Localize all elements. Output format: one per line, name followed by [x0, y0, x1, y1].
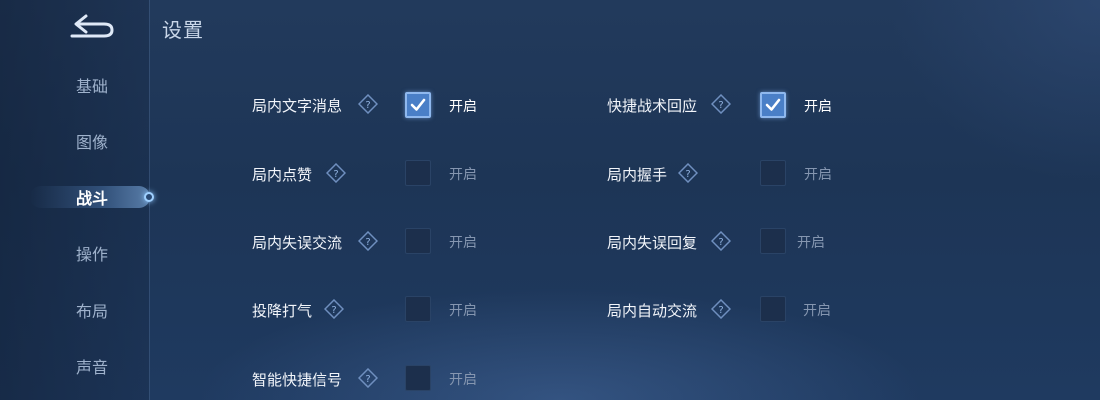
setting-label-in-game-likes: 局内点赞	[252, 166, 313, 184]
option-label-enable: 开启	[449, 99, 477, 115]
option-label-enable: 开启	[449, 167, 477, 183]
svg-text:?: ?	[718, 237, 723, 248]
question-diamond-icon[interactable]: ?	[710, 230, 732, 252]
toggle-in-game-mistake-reply[interactable]	[760, 228, 786, 254]
toggle-in-game-mistake-communication[interactable]	[405, 228, 431, 254]
question-diamond-icon[interactable]: ?	[325, 162, 347, 184]
svg-text:?: ?	[365, 237, 370, 248]
sidebar-item-controls[interactable]: 操作	[0, 233, 150, 273]
toggle-in-game-text-messages[interactable]	[405, 92, 431, 118]
toggle-quick-tactic-response[interactable]	[760, 92, 786, 118]
back-arrow-icon	[70, 14, 114, 38]
option-label-enable: 开启	[797, 235, 825, 251]
option-label-enable: 开启	[449, 372, 477, 388]
svg-text:?: ?	[331, 305, 336, 316]
question-diamond-icon[interactable]: ?	[710, 93, 732, 115]
setting-label-surrender-cheer: 投降打气	[252, 302, 313, 320]
back-button[interactable]	[66, 12, 118, 42]
setting-label-in-game-mistake-communication: 局内失误交流	[252, 234, 343, 252]
question-diamond-icon[interactable]: ?	[357, 230, 379, 252]
setting-label-smart-quick-signal: 智能快捷信号	[252, 371, 343, 389]
toggle-surrender-cheer[interactable]	[405, 296, 431, 322]
toggle-in-game-likes[interactable]	[405, 160, 431, 186]
svg-text:?: ?	[685, 169, 690, 180]
page-title: 设置	[162, 18, 204, 42]
checkmark-icon	[410, 98, 426, 111]
option-label-enable: 开启	[803, 303, 831, 319]
toggle-smart-quick-signal[interactable]	[405, 365, 431, 391]
setting-label-in-game-text-messages: 局内文字消息	[252, 97, 343, 115]
question-diamond-icon[interactable]: ?	[357, 93, 379, 115]
svg-text:?: ?	[365, 100, 370, 111]
sidebar-item-layout[interactable]: 布局	[0, 290, 150, 330]
setting-label-in-game-mistake-reply: 局内失误回复	[607, 234, 698, 252]
toggle-in-game-handshake[interactable]	[760, 160, 786, 186]
setting-label-quick-tactic-response: 快捷战术回应	[607, 97, 698, 115]
sidebar-item-basic[interactable]: 基础	[0, 65, 150, 105]
svg-text:?: ?	[718, 100, 723, 111]
question-diamond-icon[interactable]: ?	[677, 162, 699, 184]
sidebar-item-sound[interactable]: 声音	[0, 346, 150, 386]
option-label-enable: 开启	[449, 303, 477, 319]
question-diamond-icon[interactable]: ?	[710, 298, 732, 320]
svg-text:?: ?	[333, 169, 338, 180]
question-diamond-icon[interactable]: ?	[357, 367, 379, 389]
setting-label-in-game-handshake: 局内握手	[607, 166, 668, 184]
svg-text:?: ?	[365, 374, 370, 385]
option-label-enable: 开启	[449, 235, 477, 251]
checkmark-icon	[765, 98, 781, 111]
toggle-in-game-auto-communication[interactable]	[760, 296, 786, 322]
question-diamond-icon[interactable]: ?	[323, 298, 345, 320]
option-label-enable: 开启	[804, 167, 832, 183]
sidebar-item-graphics[interactable]: 图像	[0, 121, 150, 161]
setting-label-in-game-auto-communication: 局内自动交流	[607, 302, 698, 320]
sidebar-item-combat[interactable]: 战斗	[0, 177, 150, 217]
option-label-enable: 开启	[804, 99, 832, 115]
svg-text:?: ?	[718, 305, 723, 316]
background-glow	[0, 0, 1100, 400]
